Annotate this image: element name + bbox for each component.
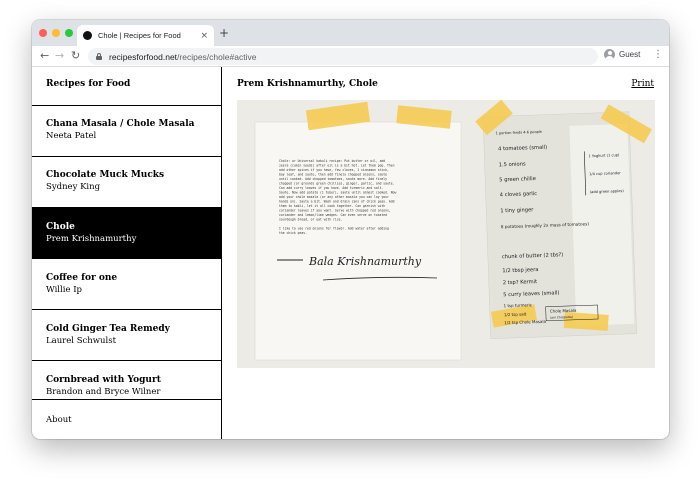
handwritten-list-sheet: 1 portion feeds 4-6 people 4 tomatoes (s… bbox=[475, 100, 652, 339]
recipe-author: Prem Krishnamurthy bbox=[46, 234, 137, 244]
typed-recipe-sheet: Chole: or Universal kabuli recipe: Put b… bbox=[254, 101, 462, 361]
profile-avatar-icon bbox=[604, 49, 615, 60]
recipe-author: Willie Ip bbox=[46, 285, 82, 295]
browser-window: Chole | Recipes for Food × + ← → ↻ recip… bbox=[32, 20, 669, 439]
back-button[interactable]: ← bbox=[40, 49, 49, 62]
recipe-author: Sydney King bbox=[46, 182, 101, 192]
recipe-title: Chocolate Muck Mucks bbox=[46, 170, 165, 180]
recipe-title: Chana Masala / Chole Masala bbox=[46, 119, 195, 129]
tab-strip: Chole | Recipes for Food × + bbox=[32, 20, 669, 46]
site-title[interactable]: Recipes for Food bbox=[46, 79, 130, 89]
lock-icon bbox=[96, 53, 102, 60]
recipe-item-coffee-for-one[interactable]: Coffee for one Willie Ip bbox=[32, 259, 222, 309]
recipe-photo: Chole: or Universal kabuli recipe: Put b… bbox=[237, 100, 655, 368]
forward-button[interactable]: → bbox=[55, 49, 64, 62]
masala-box-label: Chole Masala bbox=[550, 308, 577, 314]
recipe-item-chole[interactable]: Chole Prem Krishnamurthy bbox=[32, 207, 222, 259]
browser-menu-icon[interactable]: ⋮ bbox=[653, 49, 663, 60]
recipe-title: Coffee for one bbox=[46, 273, 118, 283]
divider bbox=[32, 399, 222, 400]
url-path: /recipes/chole#active bbox=[177, 51, 257, 62]
page-title: Prem Krishnamurthy, Chole bbox=[237, 79, 378, 89]
recipe-title: Cold Ginger Tea Remedy bbox=[46, 324, 170, 334]
recipe-title: Chole bbox=[46, 222, 75, 232]
signature: Bala Krishnamurthy bbox=[308, 255, 422, 268]
address-bar[interactable]: recipesforfood.net/recipes/chole#active bbox=[88, 48, 598, 65]
maximize-window-button[interactable] bbox=[65, 29, 73, 37]
window-controls bbox=[39, 29, 73, 37]
reload-button[interactable]: ↻ bbox=[71, 49, 80, 62]
tab-title: Chole | Recipes for Food bbox=[98, 31, 181, 40]
profile-label: Guest bbox=[619, 50, 641, 59]
url-host: recipesforfood.net bbox=[109, 51, 178, 62]
recipe-author: Laurel Schwulst bbox=[46, 336, 117, 346]
about-link[interactable]: About bbox=[46, 415, 72, 425]
tab-close-icon[interactable]: × bbox=[200, 31, 208, 41]
minimize-window-button[interactable] bbox=[52, 29, 60, 37]
recipe-item-chana-masala[interactable]: Chana Masala / Chole Masala Neeta Patel bbox=[32, 106, 222, 156]
browser-toolbar: ← → ↻ recipesforfood.net/recipes/chole#a… bbox=[32, 46, 669, 67]
url-text: recipesforfood.net/recipes/chole#active bbox=[109, 52, 256, 62]
recipe-title: Cornbread with Yogurt bbox=[46, 375, 161, 385]
close-window-button[interactable] bbox=[39, 29, 47, 37]
print-link[interactable]: Print bbox=[631, 79, 654, 89]
recipe-detail: Prem Krishnamurthy, Chole Print Chole: o… bbox=[223, 67, 669, 439]
site-favicon-icon bbox=[83, 31, 92, 40]
recipe-author: Neeta Patel bbox=[46, 131, 97, 141]
recipe-author: Brandon and Bryce Wilner bbox=[46, 387, 161, 397]
page-content: Recipes for Food Chana Masala / Chole Ma… bbox=[32, 67, 669, 439]
recipe-item-chocolate-muck-mucks[interactable]: Chocolate Muck Mucks Sydney King bbox=[32, 157, 222, 207]
sidebar: Recipes for Food Chana Masala / Chole Ma… bbox=[32, 67, 222, 439]
recipe-item-cold-ginger-tea[interactable]: Cold Ginger Tea Remedy Laurel Schwulst bbox=[32, 310, 222, 360]
recipe-item-cornbread-with-yogurt[interactable]: Cornbread with Yogurt Brandon and Bryce … bbox=[32, 361, 222, 399]
profile-button[interactable]: Guest bbox=[604, 49, 640, 60]
masala-box-sublabel: (am Chatpatta) bbox=[550, 315, 573, 320]
browser-tab[interactable]: Chole | Recipes for Food × bbox=[77, 25, 214, 46]
new-tab-button[interactable]: + bbox=[219, 26, 229, 40]
